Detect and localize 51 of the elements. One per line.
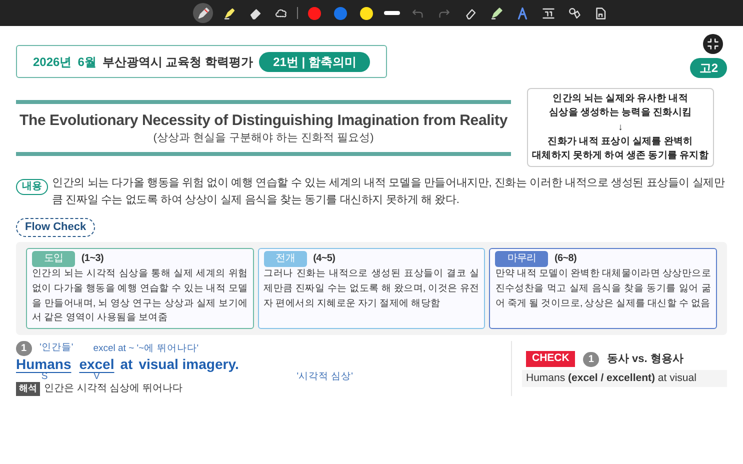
stage-tag: 전개 — [264, 251, 308, 267]
flow-check-label: Flow Check — [16, 218, 96, 237]
passage-title: The Evolutionary Necessity of Distinguishing Imagination from Reality — [18, 110, 508, 130]
grammar-label: '시각적 심상' — [296, 372, 354, 382]
collapse-button[interactable] — [703, 34, 723, 54]
sentence-word: visual imagery. — [138, 356, 240, 372]
exam-name: 부산광역시 교육청 학력평가 — [102, 54, 254, 70]
translation-text: 인간은 시각적 심상에 뛰어나다 — [44, 383, 182, 396]
sentence-number: 1 — [16, 340, 32, 356]
check-question: Humans (excel / excellent) at visual — [522, 370, 727, 388]
stage-tag: 마무리 — [495, 251, 548, 267]
sentence-range: (1~3) — [81, 253, 104, 264]
sentence-range: (4~5) — [313, 253, 336, 264]
sentence-word: at — [120, 356, 133, 372]
summary-line: ↓ — [617, 120, 624, 134]
content-label: 내용 — [16, 179, 48, 196]
grammar-label: S — [40, 372, 49, 382]
summary-line: 진화가 내적 표상이 실제를 완벽히 — [546, 134, 694, 149]
check-title: 동사 vs. 형용사 — [606, 352, 684, 367]
sentence-word: excel — [79, 356, 114, 372]
summary-line: 심상을 생성하는 능력을 진화시킴 — [548, 106, 693, 120]
check-tag: CHECK — [526, 351, 576, 368]
grammar-label: V — [92, 372, 101, 382]
shapes-icon — [566, 6, 582, 20]
passage-subtitle: (상상과 현실을 구분해야 하는 진화적 필요성) — [152, 131, 375, 146]
sentence-range: (6~8) — [554, 253, 577, 264]
grade-badge: 고2 — [690, 58, 727, 78]
text-box-icon — [540, 6, 556, 20]
gloss: excel at ~ '~에 뛰어나다' — [92, 342, 200, 356]
color-swatch[interactable] — [334, 6, 346, 20]
summary-line: 인간의 뇌는 실제와 유사한 내적 — [552, 92, 690, 106]
pen-tool[interactable] — [193, 3, 213, 23]
pen-icon — [196, 6, 210, 20]
exam-year: 2026년 — [33, 54, 72, 70]
stage-text: 인간의 뇌는 시각적 심상을 통해 실제 세계의 위험 없이 다가올 행동을 예행 연습할 수 있는 내적 모델을 만들어내며, 뇌 영상 연구는 상상과 실제 보기에서 같은 영역이 사용됨을 보여줌 — [32, 267, 248, 326]
collapse-icon — [706, 37, 720, 51]
stage-tag: 도입 — [32, 251, 76, 267]
marker-icon — [488, 6, 504, 20]
gloss: '인간들' — [40, 341, 74, 356]
stage-text: 그러나 진화는 내적으로 생성된 표상들이 결코 실제만큼 진짜일 수는 없도록 해 왔으며, 이것은 유전자 편에서의 지혜로운 자기 절제에 해당함 — [264, 267, 480, 310]
summary-line: 대체하지 못하게 하여 생존 동기를 유지함 — [532, 149, 709, 163]
sentence-word: Humans — [16, 356, 72, 372]
exam-month: 6월 — [78, 54, 96, 70]
highlighter-icon — [222, 6, 236, 20]
color-swatch[interactable] — [308, 6, 320, 20]
question-badge: 21번 | 함축의미 — [259, 52, 370, 72]
translation-label: 해석 — [16, 382, 40, 396]
stage-text: 만약 내적 모델이 완벽한 대체물이라면 상상만으로 진수성찬을 먹고 실제 음식을 찾을 동기를 잃어 굶어 죽게 될 것이므로, 상상은 실제를 대신할 수 없음 — [495, 267, 712, 310]
content-text: 인간의 뇌는 다가올 행동을 위험 없이 예행 연습할 수 있는 세계의 내적 모델을 만들어내지만, 진화는 이러한 내적으로 생성된 표상들이 실제만큼 진짜일 수는 없도록 하여 상상이 실제 음식을 찾는 동기를 대신하지 못하게 해 왔다. — [52, 176, 726, 208]
question-number: 1 — [583, 352, 599, 367]
color-swatch[interactable] — [360, 6, 372, 20]
